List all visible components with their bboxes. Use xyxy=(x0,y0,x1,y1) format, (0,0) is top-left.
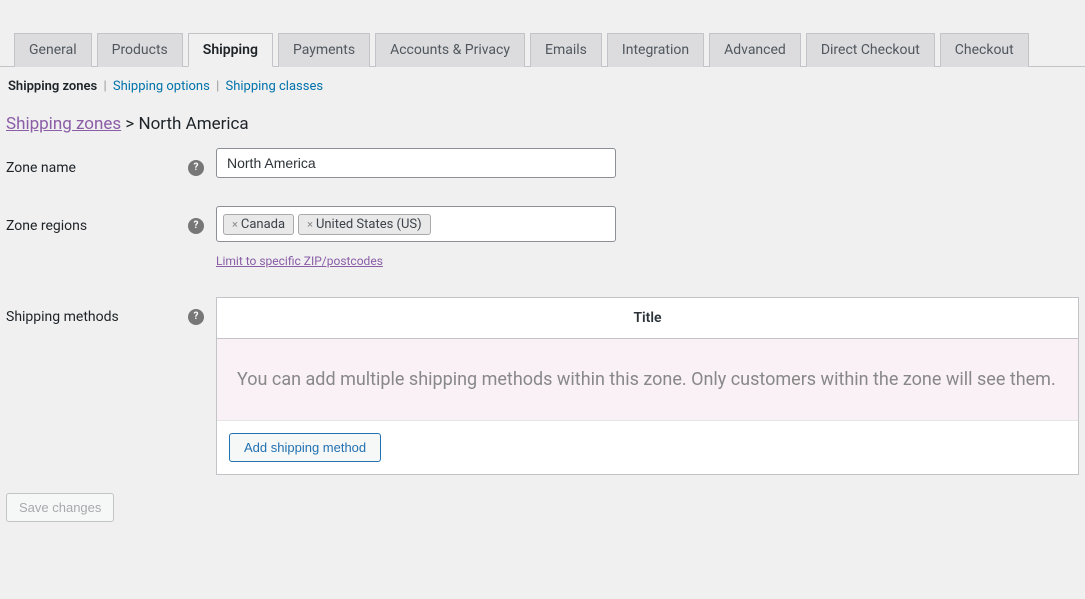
region-tag-label: Canada xyxy=(241,217,285,232)
region-tag-label: United States (US) xyxy=(316,217,422,232)
help-icon[interactable]: ? xyxy=(188,218,204,234)
methods-title-header: Title xyxy=(217,298,1078,339)
shipping-subtabs: Shipping zones | Shipping options | Ship… xyxy=(0,67,1085,106)
subtab-shipping-options[interactable]: Shipping options xyxy=(113,79,210,94)
zone-regions-input[interactable]: × Canada × United States (US) xyxy=(216,206,616,242)
tab-advanced[interactable]: Advanced xyxy=(709,33,801,67)
tab-products[interactable]: Products xyxy=(97,33,183,67)
tab-accounts-privacy[interactable]: Accounts & Privacy xyxy=(375,33,525,67)
tab-shipping[interactable]: Shipping xyxy=(188,33,273,67)
subtab-shipping-zones[interactable]: Shipping zones xyxy=(8,79,97,94)
zone-name-input[interactable] xyxy=(216,148,616,178)
breadcrumb-separator: > xyxy=(125,114,138,134)
separator: | xyxy=(103,79,106,94)
tab-general[interactable]: General xyxy=(14,33,92,67)
limit-zip-link[interactable]: Limit to specific ZIP/postcodes xyxy=(216,254,383,268)
zone-name-label: Zone name xyxy=(6,160,76,176)
remove-tag-icon[interactable]: × xyxy=(232,218,238,231)
methods-empty-message: You can add multiple shipping methods wi… xyxy=(217,339,1078,421)
shipping-methods-label: Shipping methods xyxy=(6,309,119,325)
tab-direct-checkout[interactable]: Direct Checkout xyxy=(806,33,935,67)
breadcrumb-current: North America xyxy=(138,114,248,134)
breadcrumb-parent-link[interactable]: Shipping zones xyxy=(6,114,121,134)
remove-tag-icon[interactable]: × xyxy=(307,218,313,231)
help-icon[interactable]: ? xyxy=(188,160,204,176)
tab-checkout[interactable]: Checkout xyxy=(940,33,1029,67)
subtab-shipping-classes[interactable]: Shipping classes xyxy=(225,79,323,94)
add-shipping-method-button[interactable]: Add shipping method xyxy=(229,433,381,462)
tab-emails[interactable]: Emails xyxy=(530,33,602,67)
region-tag[interactable]: × United States (US) xyxy=(298,214,431,235)
save-changes-button[interactable]: Save changes xyxy=(6,493,114,522)
region-tag[interactable]: × Canada xyxy=(223,214,294,235)
help-icon[interactable]: ? xyxy=(188,309,204,325)
zone-regions-label: Zone regions xyxy=(6,218,87,234)
tab-integration[interactable]: Integration xyxy=(607,33,704,67)
breadcrumb: Shipping zones > North America xyxy=(0,106,1085,148)
separator: | xyxy=(216,79,219,94)
settings-tabs: General Products Shipping Payments Accou… xyxy=(0,0,1085,67)
tab-payments[interactable]: Payments xyxy=(278,33,370,67)
shipping-methods-table: Title You can add multiple shipping meth… xyxy=(216,297,1079,475)
